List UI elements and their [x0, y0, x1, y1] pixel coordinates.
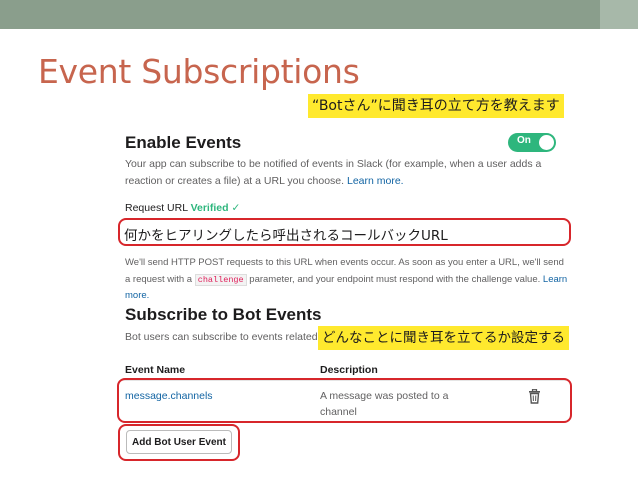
request-url-label: Request URL: [125, 202, 188, 214]
learn-more-link[interactable]: Learn more.: [347, 175, 404, 187]
col-description: Description: [320, 364, 378, 376]
post-info-line2-post: parameter, and your endpoint must respon…: [246, 274, 543, 285]
verified-status: Verified: [190, 202, 229, 214]
post-info-line1: We'll send HTTP POST requests to this UR…: [125, 257, 564, 268]
enable-events-toggle[interactable]: On: [508, 133, 556, 152]
enable-events-desc-line2-text: reaction or creates a file) at a URL you…: [125, 175, 347, 187]
callback-url-note: 何かをヒアリングしたら呼出されるコールバックURL: [124, 228, 448, 244]
slide-top-bar: [0, 0, 638, 29]
bot-events-desc: Bot users can subscribe to events relate…: [125, 331, 318, 343]
top-callout: “Botさん”に聞き耳の立て方を教えます: [308, 94, 564, 118]
events-callout: どんなことに聞き耳を立てるか設定する: [318, 326, 569, 350]
check-icon: ✓: [231, 202, 241, 214]
challenge-param: challenge: [194, 274, 247, 286]
enable-events-heading: Enable Events: [125, 133, 242, 152]
request-url-row: Request URL Verified ✓: [125, 202, 240, 214]
enable-events-desc-line1: Your app can subscribe to be notified of…: [125, 158, 542, 170]
enable-events-desc-line2: reaction or creates a file) at a URL you…: [125, 173, 404, 190]
bot-events-heading: Subscribe to Bot Events: [125, 305, 322, 324]
event-row-highlight: [117, 378, 572, 423]
slide-top-bar-accent: [600, 0, 638, 29]
post-info-more-link[interactable]: more.: [125, 287, 149, 304]
toggle-knob: [539, 135, 554, 150]
post-info-learn-link[interactable]: Learn: [543, 274, 567, 285]
post-info-line2: a request with a challenge parameter, an…: [125, 271, 567, 289]
add-button-highlight: [118, 424, 240, 461]
col-event-name: Event Name: [125, 364, 186, 376]
slide-title: Event Subscriptions: [38, 52, 360, 91]
toggle-label: On: [517, 135, 531, 146]
post-info-line2-pre: a request with a: [125, 274, 195, 285]
